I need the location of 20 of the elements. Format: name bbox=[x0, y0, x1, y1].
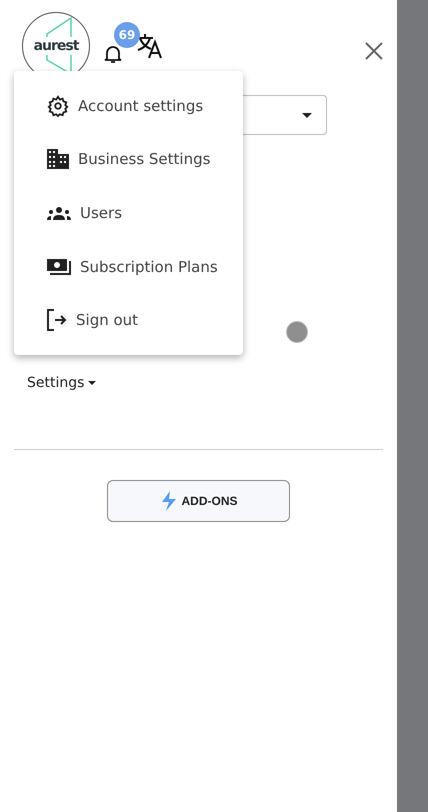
notifications-icon[interactable] bbox=[104, 44, 122, 64]
menu-item[interactable]: Business Settings bbox=[14, 132, 243, 186]
sign-out-icon bbox=[47, 309, 67, 332]
add-ons-button[interactable]: ADD-ONS bbox=[107, 480, 290, 522]
menu-item[interactable]: Account settings bbox=[14, 79, 243, 133]
menu-item[interactable]: Users bbox=[14, 186, 243, 240]
close-icon[interactable] bbox=[365, 42, 383, 60]
caret-icon bbox=[88, 381, 96, 385]
users-icon bbox=[47, 206, 71, 220]
menu-item[interactable]: Sign out bbox=[14, 293, 243, 347]
logo-text: aurest bbox=[32, 37, 80, 55]
gear-icon bbox=[47, 94, 69, 117]
notification-count: 69 bbox=[114, 22, 140, 48]
settings-dropdown[interactable]: Settings bbox=[27, 375, 96, 391]
menu-item[interactable]: Subscription Plans bbox=[14, 240, 243, 294]
building-icon bbox=[47, 149, 69, 170]
money-icon bbox=[47, 256, 71, 277]
caret-icon bbox=[302, 112, 312, 118]
toggle-thumb[interactable] bbox=[286, 321, 308, 343]
lightning-icon bbox=[160, 491, 178, 511]
